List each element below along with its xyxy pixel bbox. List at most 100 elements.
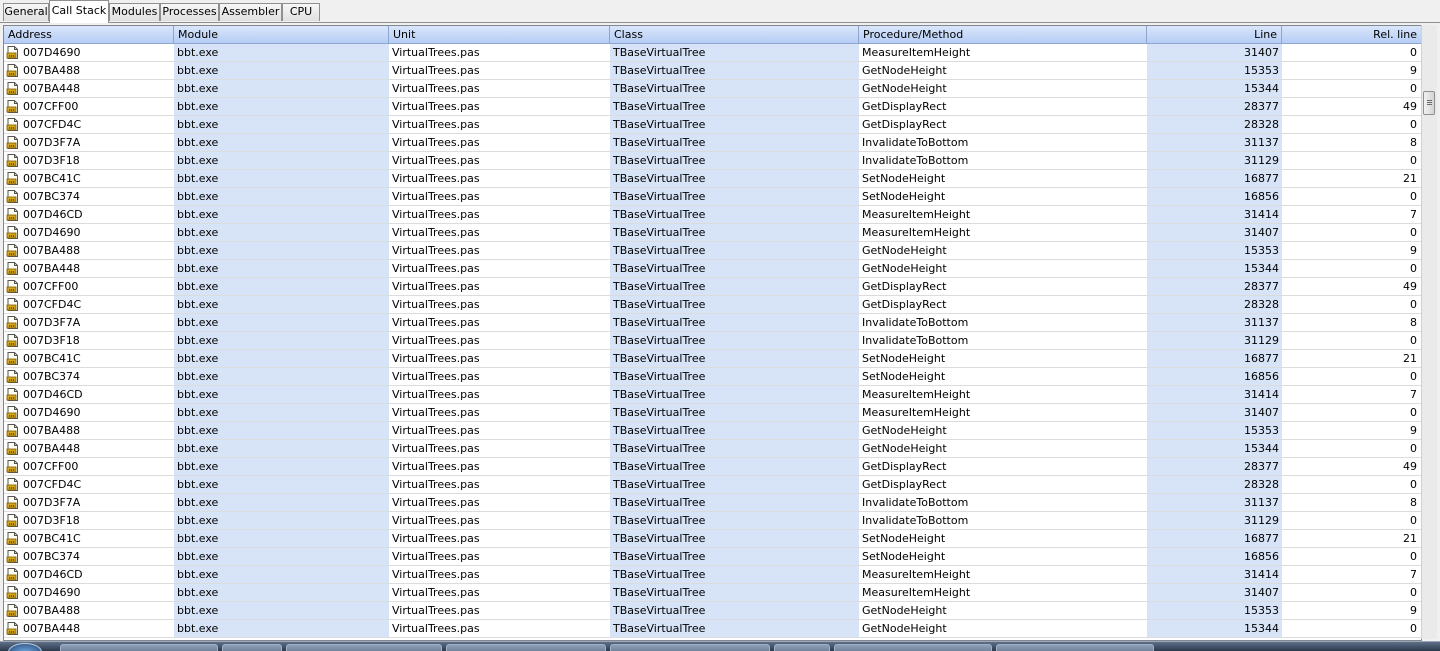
header-module[interactable]: Module [174, 26, 389, 43]
cell-module: bbt.exe [174, 260, 389, 277]
table-row[interactable]: 007BA488 bbt.exe VirtualTrees.pas TBaseVirt… [4, 242, 1421, 260]
tab-assembler[interactable]: Assembler [219, 3, 282, 21]
table-row[interactable]: 007D4690 bbt.exe VirtualTrees.pas TBaseVirt… [4, 44, 1421, 62]
address-text: 007D4690 [23, 586, 81, 599]
cell-line: 15344 [1147, 260, 1282, 277]
table-row[interactable]: 007CFF00 bbt.exe VirtualTrees.pas TBaseVirt… [4, 98, 1421, 116]
cell-address: 007BC41C [4, 350, 174, 367]
cell-address: 007CFF00 [4, 98, 174, 115]
cell-rel-line: 0 [1410, 622, 1417, 635]
header-address[interactable]: Address [4, 26, 174, 43]
table-row[interactable]: 007BA448 bbt.exe VirtualTrees.pas TBaseVirt… [4, 440, 1421, 458]
table-row[interactable]: 007BA488 bbt.exe VirtualTrees.pas TBaseVirt… [4, 62, 1421, 80]
address-text: 007CFD4C [23, 298, 82, 311]
tab-modules[interactable]: Modules [109, 3, 160, 21]
header-class[interactable]: Class [610, 26, 859, 43]
table-row[interactable]: 007D3F18 bbt.exe VirtualTrees.pas TBaseVirt… [4, 332, 1421, 350]
cell-module: bbt.exe [174, 314, 389, 331]
table-row[interactable]: 007CFF00 bbt.exe VirtualTrees.pas TBaseVirt… [4, 458, 1421, 476]
table-row[interactable]: 007BA488 bbt.exe VirtualTrees.pas TBaseVirt… [4, 602, 1421, 620]
cell-unit: VirtualTrees.pas [392, 586, 480, 599]
header-line[interactable]: Line [1147, 26, 1282, 43]
cell-class: TBaseVirtualTree [610, 134, 859, 151]
header-rel-line[interactable]: Rel. line [1282, 26, 1421, 43]
cell-procedure: GetDisplayRect [862, 100, 947, 113]
table-row[interactable]: 007BC374 bbt.exe VirtualTrees.pas TBaseVirt… [4, 188, 1421, 206]
table-row[interactable]: 007D3F18 bbt.exe VirtualTrees.pas TBaseVirt… [4, 152, 1421, 170]
cell-address: 007D3F18 [4, 152, 174, 169]
source-file-icon [6, 226, 19, 239]
cell-rel-line: 0 [1410, 262, 1417, 275]
cell-class: TBaseVirtualTree [610, 530, 859, 547]
cell-module: bbt.exe [174, 44, 389, 61]
table-row[interactable]: 007BC374 bbt.exe VirtualTrees.pas TBaseVirt… [4, 368, 1421, 386]
source-file-icon [6, 478, 19, 491]
table-row[interactable]: 007D46CD bbt.exe VirtualTrees.pas TBaseVirt… [4, 206, 1421, 224]
table-row[interactable]: 007CFF00 bbt.exe VirtualTrees.pas TBaseVirt… [4, 278, 1421, 296]
cell-module: bbt.exe [174, 350, 389, 367]
source-file-icon [6, 280, 19, 293]
cell-line: 15353 [1147, 242, 1282, 259]
table-row[interactable]: 007BA448 bbt.exe VirtualTrees.pas TBaseVirt… [4, 80, 1421, 98]
table-row[interactable]: 007D4690 bbt.exe VirtualTrees.pas TBaseVirt… [4, 584, 1421, 602]
address-text: 007BC374 [23, 190, 81, 203]
address-text: 007D3F18 [23, 514, 80, 527]
call-stack-grid[interactable]: Address Module Unit Class Procedure/Meth… [3, 25, 1422, 641]
header-unit[interactable]: Unit [389, 26, 610, 43]
cell-module: bbt.exe [174, 404, 389, 421]
cell-line: 31407 [1147, 584, 1282, 601]
tab-general[interactable]: General [3, 3, 49, 21]
table-row[interactable]: 007D3F7A bbt.exe VirtualTrees.pas TBaseVirt… [4, 314, 1421, 332]
vertical-scrollbar[interactable] [1421, 25, 1437, 639]
table-row[interactable]: 007BC374 bbt.exe VirtualTrees.pas TBaseVirt… [4, 548, 1421, 566]
cell-line: 16877 [1147, 350, 1282, 367]
cell-line: 31137 [1147, 314, 1282, 331]
source-file-icon [6, 316, 19, 329]
table-row[interactable]: 007BC41C bbt.exe VirtualTrees.pas TBaseVirt… [4, 170, 1421, 188]
cell-address: 007BC374 [4, 188, 174, 205]
table-row[interactable]: 007CFD4C bbt.exe VirtualTrees.pas TBaseVirt… [4, 116, 1421, 134]
cell-unit: VirtualTrees.pas [392, 496, 480, 509]
scrollbar-thumb[interactable] [1423, 91, 1435, 115]
table-row[interactable]: 007CFD4C bbt.exe VirtualTrees.pas TBaseVirt… [4, 476, 1421, 494]
table-row[interactable]: 007BC41C bbt.exe VirtualTrees.pas TBaseVirt… [4, 530, 1421, 548]
cell-unit: VirtualTrees.pas [392, 118, 480, 131]
cell-module: bbt.exe [174, 422, 389, 439]
cell-procedure: SetNodeHeight [862, 352, 946, 365]
cell-class: TBaseVirtualTree [610, 98, 859, 115]
table-row[interactable]: 007BC41C bbt.exe VirtualTrees.pas TBaseVirt… [4, 350, 1421, 368]
cell-module: bbt.exe [174, 368, 389, 385]
cell-rel-line: 49 [1403, 100, 1417, 113]
cell-procedure: GetNodeHeight [862, 424, 947, 437]
cell-procedure: GetDisplayRect [862, 298, 947, 311]
cell-line: 31407 [1147, 44, 1282, 61]
source-file-icon [6, 64, 19, 77]
tab-processes[interactable]: Processes [160, 3, 219, 21]
table-row[interactable]: 007BA488 bbt.exe VirtualTrees.pas TBaseVirt… [4, 422, 1421, 440]
tab-strip: General Call Stack Modules Processes Ass… [0, 0, 1440, 23]
cell-module: bbt.exe [174, 332, 389, 349]
table-row[interactable]: 007D3F7A bbt.exe VirtualTrees.pas TBaseVirt… [4, 494, 1421, 512]
table-row[interactable]: 007D4690 bbt.exe VirtualTrees.pas TBaseVirt… [4, 404, 1421, 422]
cell-address: 007BA448 [4, 260, 174, 277]
table-row[interactable]: 007D46CD bbt.exe VirtualTrees.pas TBaseVirt… [4, 386, 1421, 404]
table-row[interactable]: 007D3F7A bbt.exe VirtualTrees.pas TBaseVirt… [4, 134, 1421, 152]
cell-rel-line: 49 [1403, 460, 1417, 473]
cell-procedure: GetNodeHeight [862, 82, 947, 95]
cell-line: 28328 [1147, 476, 1282, 493]
cell-address: 007BA448 [4, 620, 174, 637]
table-row[interactable]: 007D4690 bbt.exe VirtualTrees.pas TBaseVirt… [4, 224, 1421, 242]
tab-call-stack[interactable]: Call Stack [49, 0, 109, 23]
table-row[interactable]: 007BA448 bbt.exe VirtualTrees.pas TBaseVirt… [4, 620, 1421, 638]
tab-cpu[interactable]: CPU [282, 3, 320, 21]
table-row[interactable]: 007CFD4C bbt.exe VirtualTrees.pas TBaseVirt… [4, 296, 1421, 314]
cell-unit: VirtualTrees.pas [392, 622, 480, 635]
cell-procedure: MeasureItemHeight [862, 406, 971, 419]
cell-unit: VirtualTrees.pas [392, 334, 480, 347]
cell-class: TBaseVirtualTree [610, 512, 859, 529]
header-procedure[interactable]: Procedure/Method [859, 26, 1147, 43]
table-row[interactable]: 007D46CD bbt.exe VirtualTrees.pas TBaseVirt… [4, 566, 1421, 584]
table-row[interactable]: 007BA448 bbt.exe VirtualTrees.pas TBaseVirt… [4, 260, 1421, 278]
source-file-icon [6, 604, 19, 617]
table-row[interactable]: 007D3F18 bbt.exe VirtualTrees.pas TBaseVirt… [4, 512, 1421, 530]
